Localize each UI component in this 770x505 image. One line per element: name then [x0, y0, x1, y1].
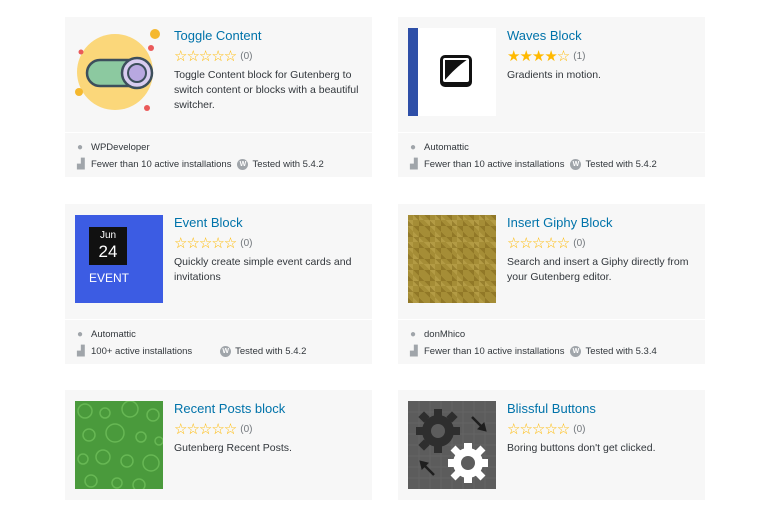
gears-icon — [408, 401, 496, 489]
circles-pattern-icon — [75, 401, 163, 489]
user-icon: ● — [410, 142, 417, 153]
rating-count: (0) — [240, 51, 253, 62]
plugin-description: Gutenberg Recent Posts. — [174, 442, 292, 454]
plugin-thumbnail[interactable]: Jun 24 EVENT — [75, 215, 163, 303]
plugin-thumbnail[interactable] — [408, 401, 496, 489]
wordpress-icon: W — [570, 346, 582, 357]
star-empty-icon: ☆☆☆☆☆ — [174, 235, 237, 252]
wordpress-icon: W — [220, 346, 232, 357]
event-label: EVENT — [89, 271, 130, 285]
plugin-author: donMhico — [424, 329, 466, 340]
chart-icon: ▟ — [410, 159, 418, 170]
star-rating: ★★★★☆ (1) — [507, 49, 585, 64]
star-rating: ☆☆☆☆☆ (0) — [174, 236, 252, 251]
plugin-author: WPDeveloper — [91, 142, 150, 153]
toggle-switch-icon — [75, 29, 160, 111]
plugin-meta: ● donMhico ▟ Fewer than 10 active installa… — [398, 319, 705, 364]
plugin-description: Quickly create simple event cards and in… — [174, 256, 352, 283]
star-rating: ☆☆☆☆☆ (0) — [174, 49, 252, 64]
tested-with: Tested with 5.4.2 — [252, 159, 324, 170]
star-filled-icon: ★★★★☆ — [507, 48, 570, 65]
star-rating: ☆☆☆☆☆ (0) — [507, 236, 585, 251]
plugin-description: Search and insert a Giphy directly from … — [507, 256, 689, 283]
plugin-meta: ● Automattic ▟ Fewer than 10 active instal… — [398, 132, 705, 177]
star-empty-icon: ☆☆☆☆☆ — [174, 48, 237, 65]
active-installs: Fewer than 10 active installations — [424, 159, 565, 170]
star-rating: ☆☆☆☆☆ (0) — [174, 422, 252, 437]
plugin-card-recent-posts-block: Recent Posts block ☆☆☆☆☆ (0) Gutenberg R… — [65, 390, 372, 500]
star-empty-icon: ☆☆☆☆☆ — [174, 421, 237, 438]
rating-count: (1) — [573, 51, 586, 62]
plugin-card-event-block: Jun 24 EVENT Event Block ☆☆☆☆☆ (0) Quick… — [65, 204, 372, 364]
chart-icon: ▟ — [77, 159, 85, 170]
plugin-title[interactable]: Waves Block — [507, 28, 582, 43]
plugin-description: Toggle Content block for Gutenberg to sw… — [174, 69, 359, 111]
plugin-meta: ● WPDeveloper ▟ Fewer than 10 active insta… — [65, 132, 372, 177]
star-empty-icon: ☆☆☆☆☆ — [507, 421, 570, 438]
rating-count: (0) — [240, 424, 253, 435]
tested-with: Tested with 5.3.4 — [585, 346, 657, 357]
rating-count: (0) — [573, 238, 586, 249]
user-icon: ● — [77, 142, 84, 153]
user-icon: ● — [77, 329, 84, 340]
plugin-title[interactable]: Toggle Content — [174, 28, 261, 43]
plugin-description: Gradients in motion. — [507, 69, 601, 81]
event-month: Jun — [99, 230, 117, 241]
active-installs: 100+ active installations — [91, 346, 193, 357]
tested-with: Tested with 5.4.2 — [585, 159, 657, 170]
rating-count: (0) — [573, 424, 586, 435]
plugin-card-waves-block: Waves Block ★★★★☆ (1) Gradients in motio… — [398, 17, 705, 177]
plugin-thumbnail[interactable] — [75, 28, 163, 116]
tested-with: Tested with 5.4.2 — [235, 346, 307, 357]
wordpress-icon: W — [237, 159, 249, 170]
plugin-title[interactable]: Blissful Buttons — [507, 401, 596, 416]
plugin-thumbnail[interactable] — [75, 401, 163, 489]
plugin-author: Automattic — [91, 329, 136, 340]
calendar-icon: Jun 24 — [89, 227, 127, 265]
wordpress-icon: W — [570, 159, 582, 170]
plugin-description: Boring buttons don't get clicked. — [507, 442, 656, 454]
plugin-thumbnail[interactable] — [408, 215, 496, 303]
chart-icon: ▟ — [410, 346, 418, 357]
plugin-author: Automattic — [424, 142, 469, 153]
star-rating: ☆☆☆☆☆ (0) — [507, 422, 585, 437]
plugin-title[interactable]: Event Block — [174, 215, 243, 230]
waves-logo-icon — [408, 28, 472, 116]
plugin-title[interactable]: Insert Giphy Block — [507, 215, 613, 230]
rating-count: (0) — [240, 238, 253, 249]
chart-icon: ▟ — [77, 346, 85, 357]
event-day: 24 — [98, 242, 118, 261]
active-installs: Fewer than 10 active installations — [91, 159, 232, 170]
plugin-title[interactable]: Recent Posts block — [174, 401, 285, 416]
plugin-meta: ● Automattic ▟ 100+ active installations W T… — [65, 319, 372, 364]
plugin-card-insert-giphy-block: Insert Giphy Block ☆☆☆☆☆ (0) Search and … — [398, 204, 705, 364]
plugin-card-blissful-buttons: Blissful Buttons ☆☆☆☆☆ (0) Boring button… — [398, 390, 705, 500]
plugin-thumbnail[interactable] — [408, 28, 496, 116]
star-empty-icon: ☆☆☆☆☆ — [507, 235, 570, 252]
user-icon: ● — [410, 329, 417, 340]
plugin-card-toggle-content: Toggle Content ☆☆☆☆☆ (0) Toggle Content … — [65, 17, 372, 177]
active-installs: Fewer than 10 active installations — [424, 346, 565, 357]
